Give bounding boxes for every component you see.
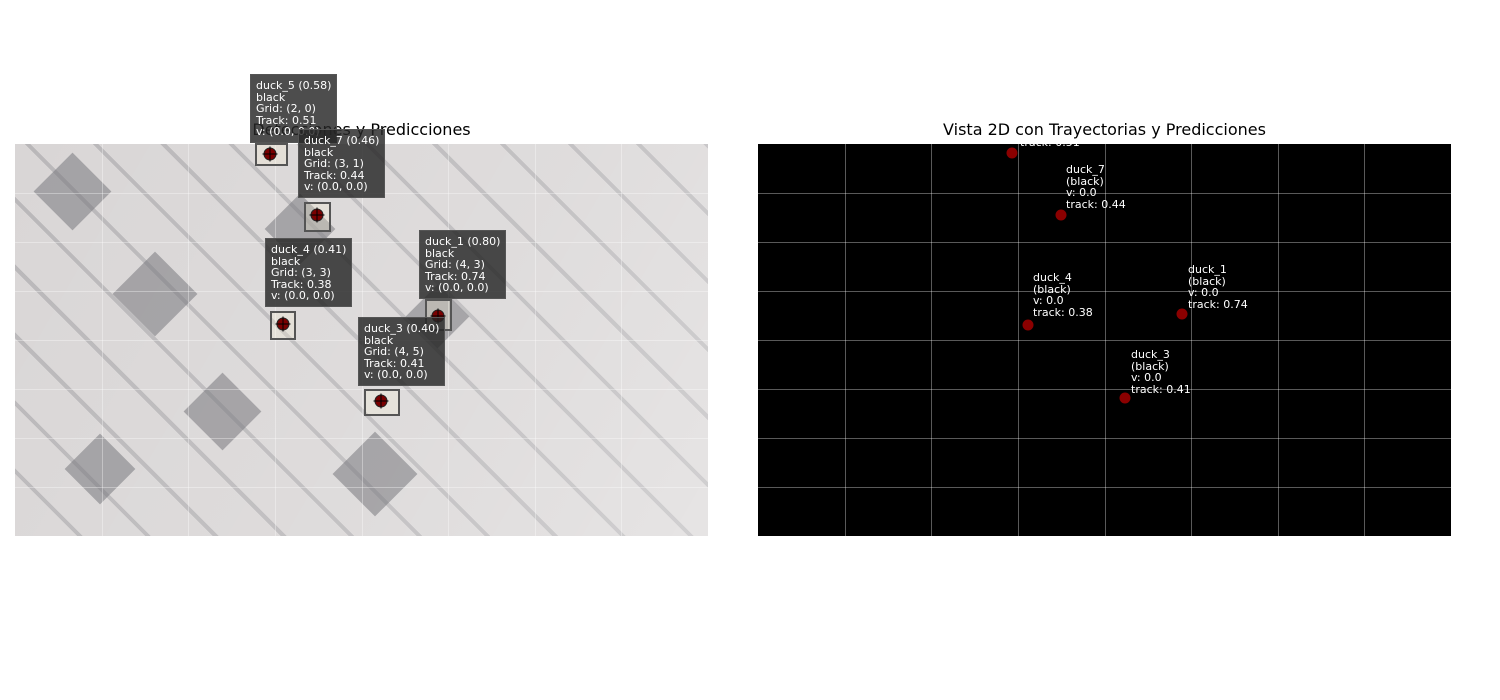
detection-label-line: duck_7 (0.46) [304, 134, 380, 147]
detection-center-marker [309, 207, 325, 223]
right-panel-title: Vista 2D con Trayectorias y Predicciones [943, 120, 1266, 139]
grid-line-horizontal [15, 389, 708, 390]
floor-tile [332, 431, 418, 517]
grid-line-horizontal [758, 438, 1451, 439]
detection-label-line: duck_4 (0.41) [271, 243, 347, 256]
floor-tile [64, 433, 136, 505]
track-label-duck_4: duck_4 (black) v: 0.0 track: 0.38 [1033, 272, 1093, 318]
tracking-2d-panel: track: 0.51 duck_7(black)v: 0.0track: 0.4… [758, 144, 1451, 536]
track-label-line: track: 0.38 [1033, 305, 1093, 319]
detection-label-duck_7: duck_7 (0.46) black Grid: (3, 1) Track: 0.4… [298, 129, 386, 198]
detection-label-line: v: (0.0, 0.0) [364, 368, 428, 382]
track-label-line: track: 0.44 [1066, 197, 1126, 211]
grid-line-horizontal [758, 242, 1451, 243]
detection-label-duck_1: duck_1 (0.80) black Grid: (4, 3) Track: 0.7… [419, 230, 507, 299]
detection-label-line: v: (0.0, 0.0) [271, 289, 335, 303]
detection-label-line: v: (0.0, 0.0) [304, 180, 368, 194]
track-point-duck_7 [1055, 209, 1067, 221]
detection-center-marker [262, 146, 278, 162]
track-label-line: track: 0.41 [1131, 382, 1191, 396]
grid-line-horizontal [15, 291, 708, 292]
detection-label-line: duck_1 (0.80) [425, 235, 501, 248]
floor-tile [112, 251, 198, 337]
track-point-duck_3 [1119, 392, 1131, 404]
grid-line-horizontal [758, 291, 1451, 292]
grid-line-horizontal [758, 487, 1451, 488]
grid-line-horizontal [15, 487, 708, 488]
track-label-line: duck_7 [1066, 163, 1105, 176]
grid-line-horizontal [15, 242, 708, 243]
detection-label-line: duck_5 (0.58) [256, 79, 332, 92]
track-label-duck_7: duck_7 (black) v: 0.0 track: 0.44 [1066, 164, 1126, 210]
track-label-line: duck_3 [1131, 348, 1170, 361]
floor-tile [33, 152, 112, 231]
detection-label-duck_4: duck_4 (0.41) black Grid: (3, 3) Track: 0.3… [265, 238, 353, 307]
detection-label-duck_3: duck_3 (0.40) black Grid: (4, 5) Track: 0.4… [358, 317, 446, 386]
detection-label-line: v: (0.0, 0.0) [425, 281, 489, 295]
track-point-duck_5 [1006, 147, 1018, 159]
track-label-duck_5: track: 0.51 [1020, 144, 1080, 149]
track-label-line: duck_1 [1188, 263, 1227, 276]
track-point-duck_4 [1022, 319, 1034, 331]
track-label-duck_1: duck_1 (black) v: 0.0 track: 0.74 [1188, 264, 1248, 310]
grid-line-horizontal [15, 438, 708, 439]
track-label-line: track: 0.74 [1188, 297, 1248, 311]
track-point-duck_1 [1176, 308, 1188, 320]
detection-label-line: duck_3 (0.40) [364, 322, 440, 335]
track-label-line: duck_4 [1033, 271, 1072, 284]
detection-center-marker [275, 316, 291, 332]
grid-line-horizontal [758, 340, 1451, 341]
track-label-duck_3: duck_3 (black) v: 0.0 track: 0.41 [1131, 349, 1191, 395]
track-label-line: track: 0.51 [1020, 144, 1080, 149]
grid-line-horizontal [758, 389, 1451, 390]
detection-center-marker [373, 393, 389, 409]
